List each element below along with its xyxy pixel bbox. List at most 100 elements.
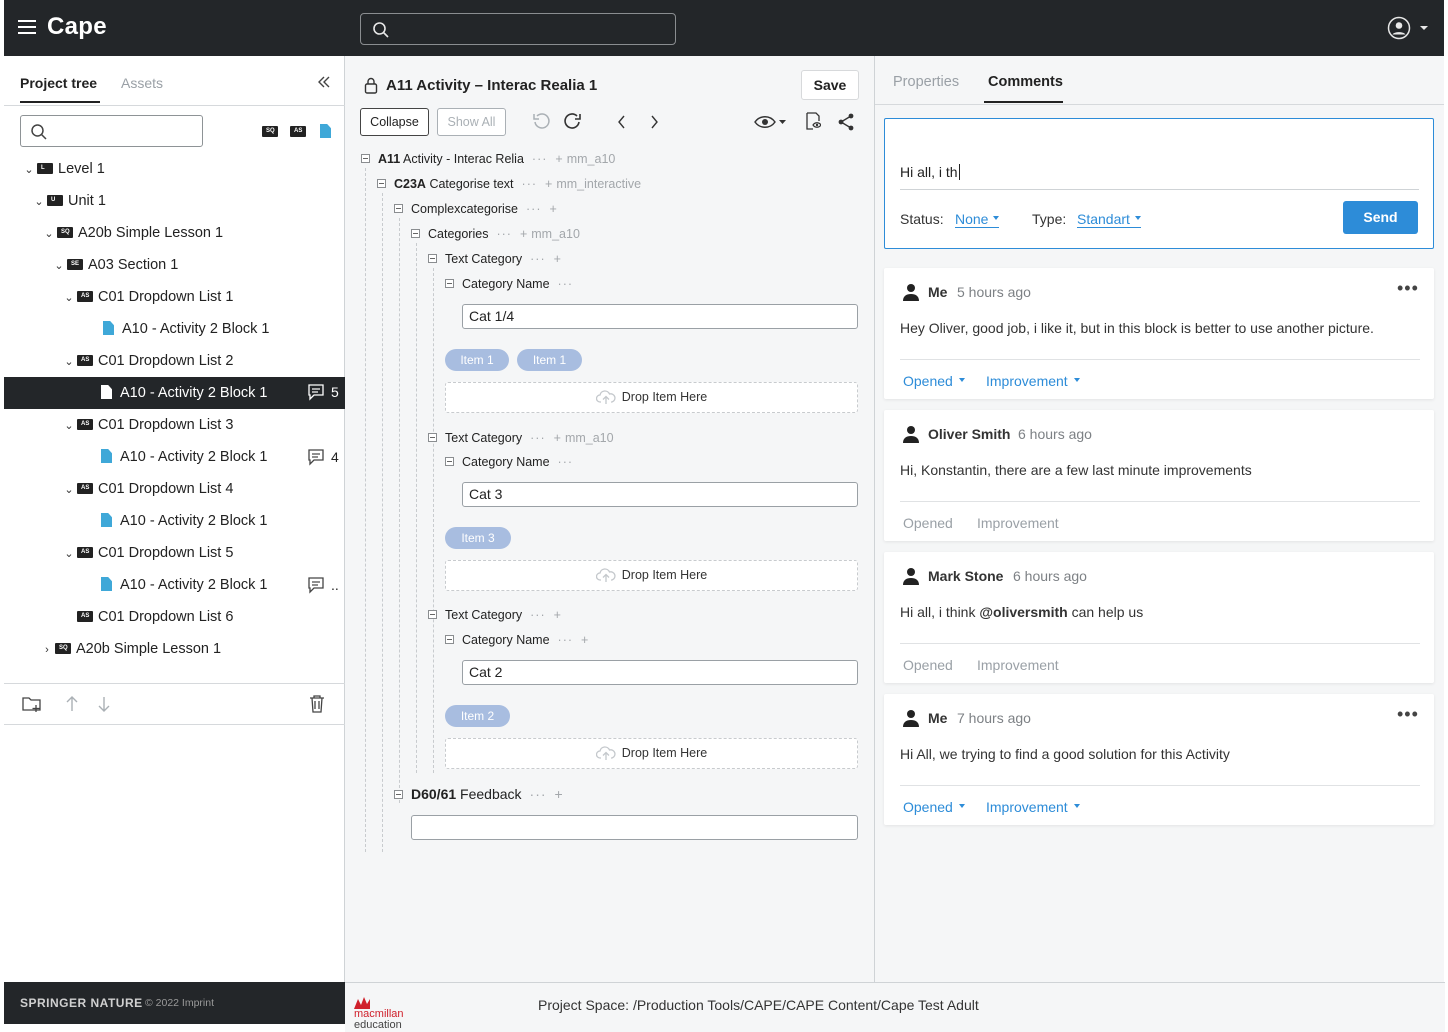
comment-bubble-icon[interactable] — [307, 576, 325, 594]
collapse-node-icon[interactable] — [377, 179, 386, 188]
tree-node-dropdown-list-4[interactable]: ⌄ AS C01 Dropdown List 4 — [63, 474, 233, 504]
collapse-node-icon[interactable] — [361, 154, 370, 163]
collapse-button[interactable]: Collapse — [360, 108, 429, 136]
tree-node-activity-selected[interactable]: A10 - Activity 2 Block 1 — [101, 378, 267, 408]
more-options-icon[interactable]: ··· — [532, 152, 548, 166]
collapse-node-icon[interactable] — [445, 457, 454, 466]
add-document-icon[interactable] — [320, 123, 338, 138]
node-categories[interactable]: Categories ··· + mm_a10 — [411, 224, 580, 244]
node-text-category[interactable]: Text Category ··· + mm_a10 — [428, 428, 614, 448]
show-all-button[interactable]: Show All — [437, 108, 506, 136]
collapse-node-icon[interactable] — [428, 433, 437, 442]
tree-node-unit-1[interactable]: ⌄ U Unit 1 — [33, 186, 106, 216]
item-chip[interactable]: Item 2 — [445, 705, 510, 727]
add-sequence-icon[interactable]: SQ — [262, 123, 280, 137]
chevron-down-icon[interactable]: ⌄ — [63, 539, 75, 569]
chevron-down-icon[interactable]: ⌄ — [63, 411, 75, 441]
chevron-right-icon[interactable] — [648, 114, 660, 130]
chevron-right-icon[interactable]: › — [41, 635, 53, 665]
category-name-input[interactable]: Cat 2 — [462, 660, 858, 685]
tab-project-tree[interactable]: Project tree — [20, 75, 97, 91]
category-name-input[interactable]: Cat 3 — [462, 482, 858, 507]
redo-icon[interactable] — [564, 112, 582, 132]
tree-node-activity[interactable]: A10 - Activity 2 Block 1 — [103, 314, 269, 344]
tab-assets[interactable]: Assets — [121, 75, 163, 91]
item-chip[interactable]: Item 3 — [445, 527, 511, 549]
drop-zone[interactable]: Drop Item Here — [445, 738, 858, 769]
move-up-icon[interactable] — [66, 695, 78, 713]
add-icon[interactable]: + — [581, 633, 588, 647]
new-folder-icon[interactable] — [22, 695, 42, 713]
comment-bubble-icon[interactable] — [307, 383, 325, 401]
more-options-icon[interactable]: ··· — [526, 202, 542, 216]
chevron-down-icon[interactable]: ⌄ — [23, 155, 35, 185]
tree-node-lesson[interactable]: ⌄ SQ A20b Simple Lesson 1 — [43, 218, 223, 248]
comment-bubble-icon[interactable] — [307, 448, 325, 466]
node-feedback[interactable]: D60/61 Feedback ··· + — [394, 784, 563, 804]
add-icon[interactable]: + — [545, 177, 552, 191]
tree-search-input[interactable] — [20, 115, 203, 147]
more-options-icon[interactable]: ••• — [1397, 705, 1419, 723]
node-root-activity[interactable]: A11 Activity - Interac Relia ··· + mm_a10 — [361, 149, 615, 169]
more-options-icon[interactable]: ··· — [558, 455, 574, 469]
add-icon[interactable]: + — [555, 152, 562, 166]
tree-node-section[interactable]: ⌄ SE A03 Section 1 — [53, 250, 178, 280]
item-chip[interactable]: Item 1 — [445, 349, 509, 371]
tree-node-activity[interactable]: A10 - Activity 2 Block 1 — [101, 506, 267, 536]
add-icon[interactable]: + — [554, 431, 561, 445]
collapse-node-icon[interactable] — [445, 279, 454, 288]
feedback-input[interactable] — [411, 815, 858, 840]
type-dropdown[interactable]: Standart — [1077, 211, 1141, 228]
add-asset-icon[interactable]: AS — [290, 123, 308, 137]
more-options-icon[interactable]: ··· — [558, 633, 574, 647]
collapse-node-icon[interactable] — [394, 790, 403, 799]
tree-node-dropdown-list-1[interactable]: ⌄ AS C01 Dropdown List 1 — [63, 282, 233, 312]
undo-icon[interactable] — [532, 112, 550, 132]
tree-node-dropdown-list-6[interactable]: AS C01 Dropdown List 6 — [75, 602, 233, 632]
add-icon[interactable]: + — [555, 786, 563, 802]
node-complexcategorise[interactable]: Complexcategorise ··· + — [394, 199, 557, 219]
tree-node-dropdown-list-2[interactable]: ⌄ AS C01 Dropdown List 2 — [63, 346, 233, 376]
comment-status-dropdown[interactable]: Opened — [903, 373, 965, 389]
tree-node-lesson-collapsed[interactable]: › SQ A20b Simple Lesson 1 — [41, 634, 221, 664]
add-icon[interactable]: + — [554, 608, 561, 622]
node-category-name[interactable]: Category Name ··· + — [445, 630, 588, 650]
tree-node-activity[interactable]: A10 - Activity 2 Block 1 — [101, 570, 267, 600]
collapse-node-icon[interactable] — [394, 204, 403, 213]
add-icon[interactable]: + — [520, 227, 527, 241]
delete-icon[interactable] — [308, 694, 326, 714]
collapse-node-icon[interactable] — [428, 610, 437, 619]
lock-icon[interactable] — [364, 77, 378, 94]
node-text-category[interactable]: Text Category ··· + — [428, 249, 561, 269]
comment-input[interactable]: Hi all, i th — [900, 164, 960, 180]
item-chip[interactable]: Item 1 — [517, 349, 582, 371]
status-dropdown[interactable]: None — [955, 211, 1000, 228]
collapse-node-icon[interactable] — [411, 229, 420, 238]
preview-eye-icon[interactable] — [754, 114, 788, 130]
global-search-input[interactable] — [360, 13, 676, 45]
more-options-icon[interactable]: ··· — [558, 277, 574, 291]
chevron-down-icon[interactable]: ⌄ — [63, 283, 75, 313]
comment-type-dropdown[interactable]: Improvement — [986, 799, 1080, 815]
chevron-down-icon[interactable]: ⌄ — [53, 251, 65, 281]
chevron-down-icon[interactable]: ⌄ — [33, 187, 45, 217]
tree-node-level-1[interactable]: ⌄ L Level 1 — [23, 154, 104, 185]
tree-node-dropdown-list-5[interactable]: ⌄ AS C01 Dropdown List 5 — [63, 538, 233, 568]
node-category-name[interactable]: Category Name ··· — [445, 452, 573, 472]
node-c23a[interactable]: C23A Categorise text ··· + mm_interactive — [377, 174, 641, 194]
add-icon[interactable]: + — [554, 252, 561, 266]
more-options-icon[interactable]: ··· — [530, 431, 546, 445]
collapse-node-icon[interactable] — [428, 254, 437, 263]
chevron-down-icon[interactable]: ⌄ — [63, 347, 75, 377]
more-options-icon[interactable]: ··· — [496, 227, 512, 241]
drop-zone[interactable]: Drop Item Here — [445, 382, 858, 413]
tree-node-dropdown-list-3[interactable]: ⌄ AS C01 Dropdown List 3 — [63, 410, 233, 440]
more-options-icon[interactable]: ··· — [530, 786, 547, 802]
hamburger-menu-icon[interactable] — [18, 20, 36, 34]
node-text-category[interactable]: Text Category ··· + — [428, 605, 561, 625]
comment-type-dropdown[interactable]: Improvement — [986, 373, 1080, 389]
comment-status-dropdown[interactable]: Opened — [903, 799, 965, 815]
chevron-down-icon[interactable]: ⌄ — [63, 475, 75, 505]
drop-zone[interactable]: Drop Item Here — [445, 560, 858, 591]
collapse-panel-icon[interactable] — [316, 74, 332, 93]
